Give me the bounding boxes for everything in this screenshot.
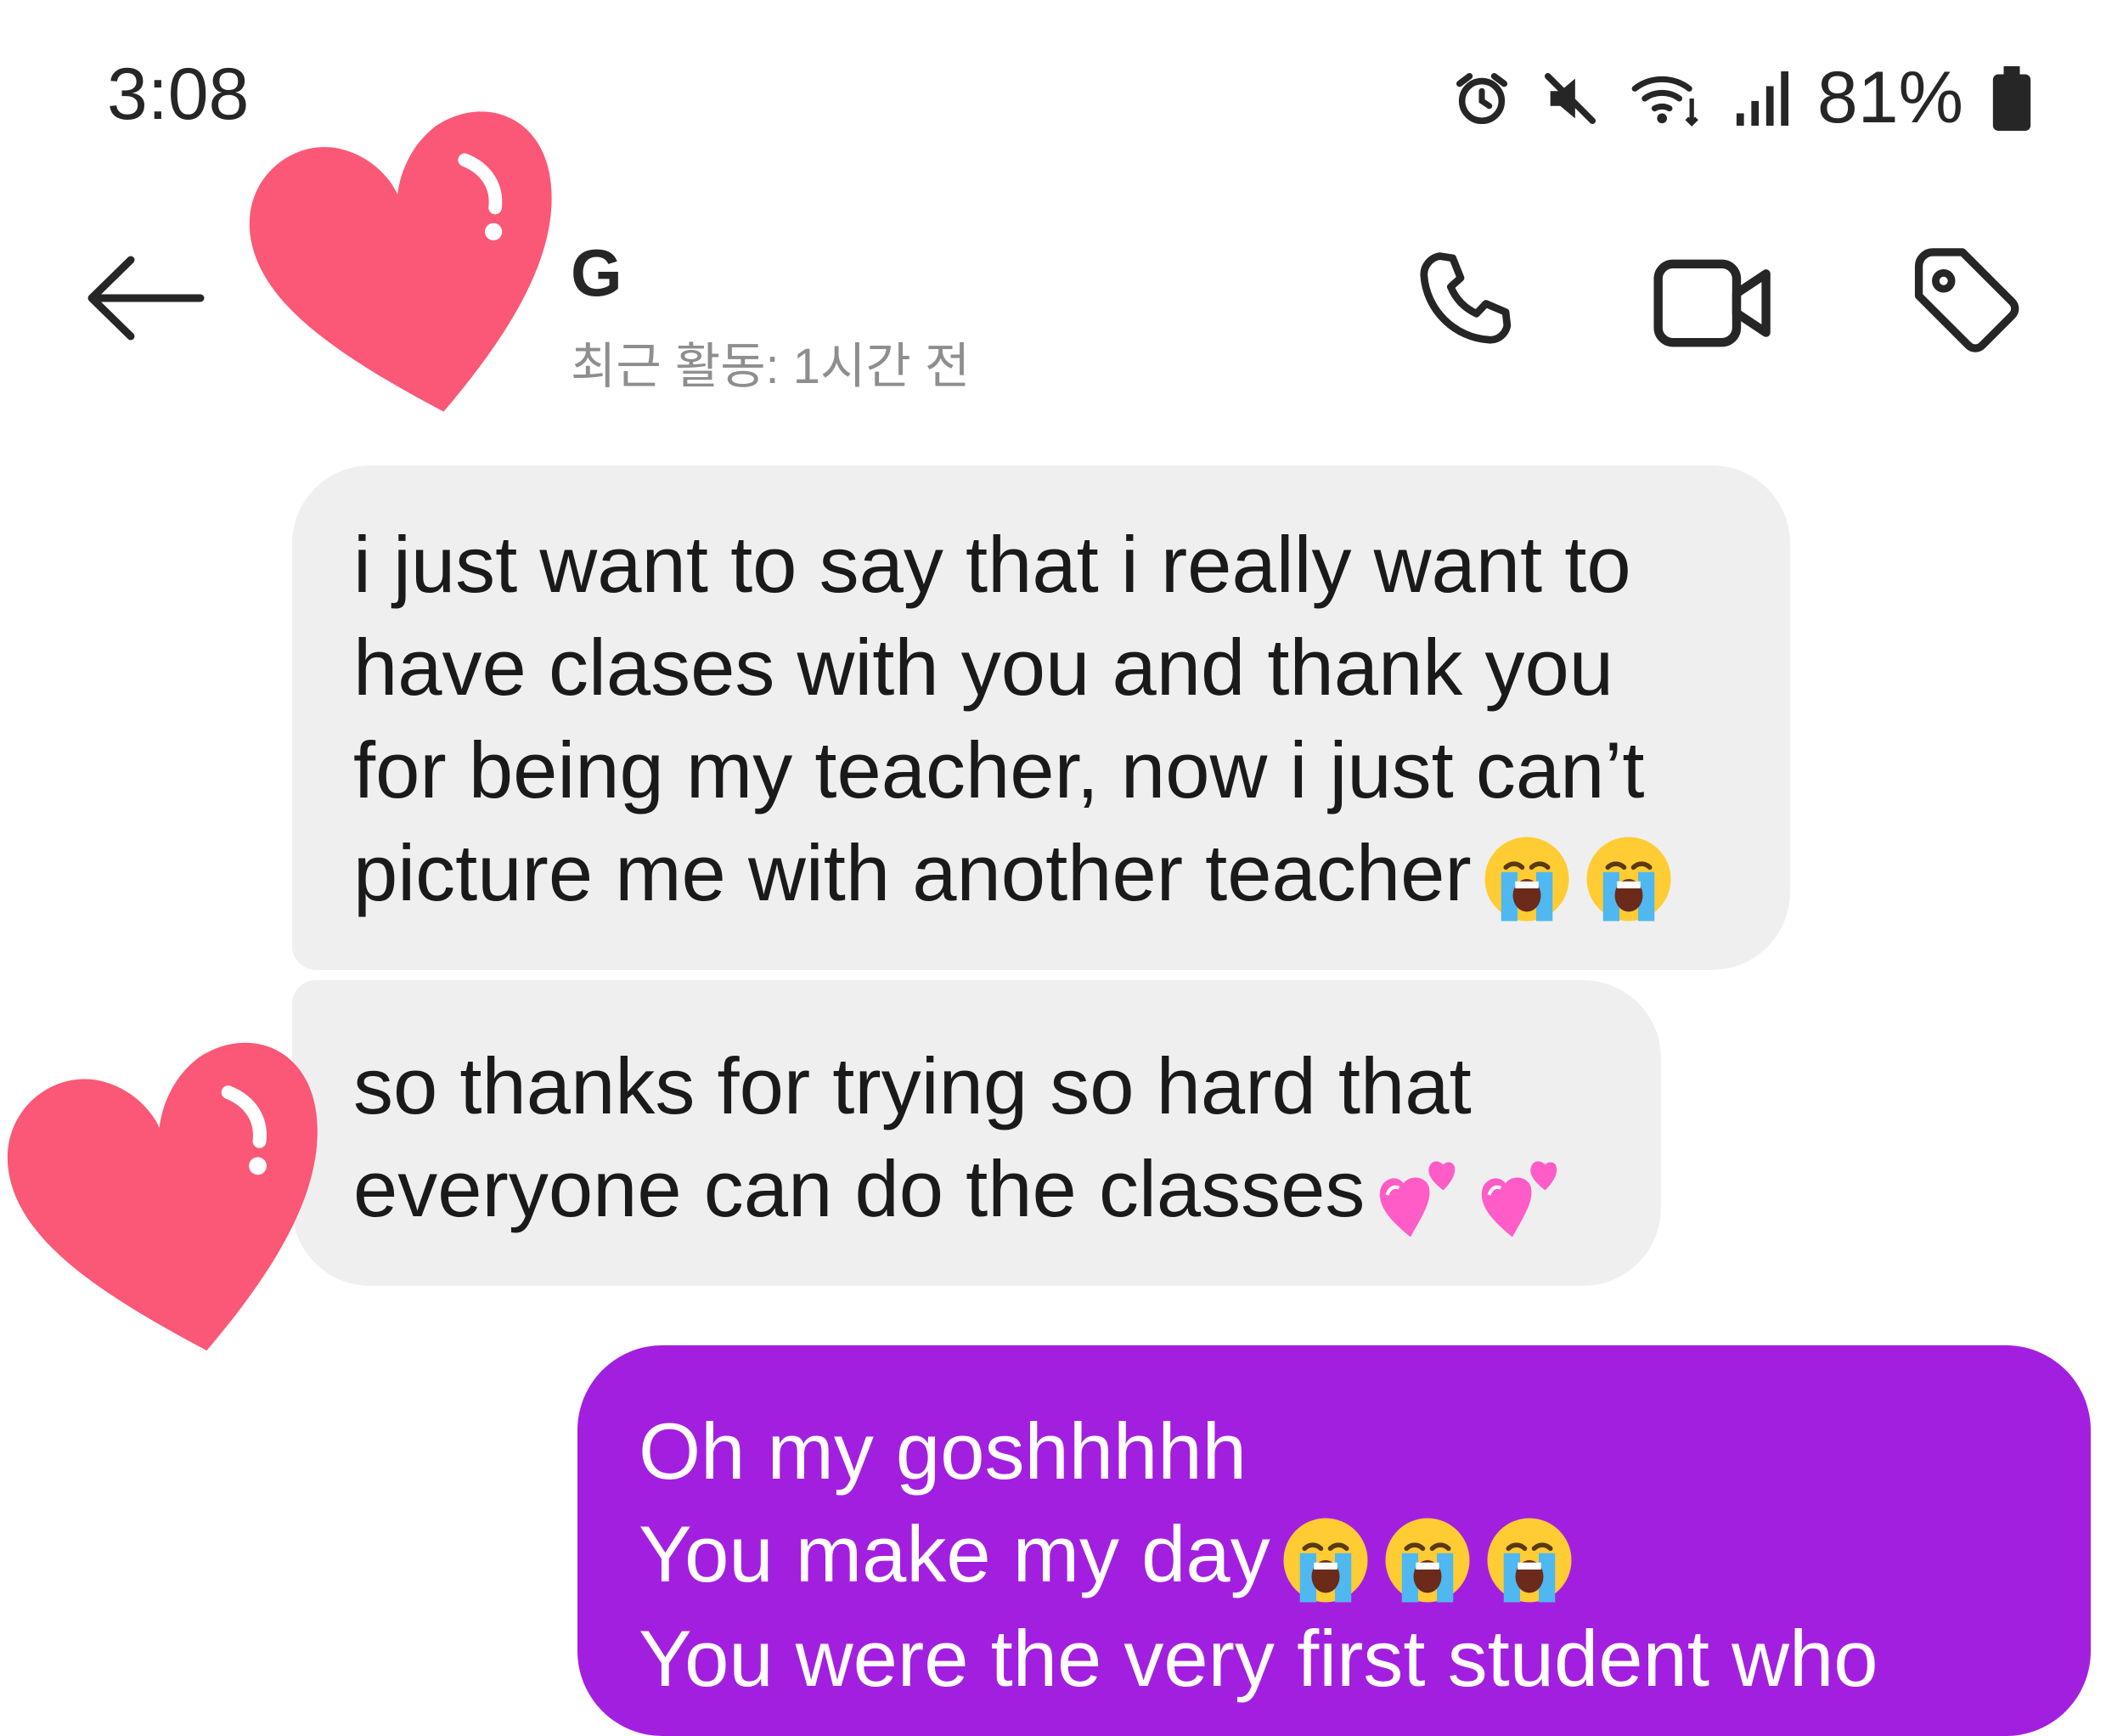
tag-button[interactable] xyxy=(1902,240,2030,367)
received-message[interactable]: so thanks for trying so hard that everyo… xyxy=(292,980,1661,1286)
message-line: everyone can do the classes xyxy=(353,1137,1600,1242)
battery-percent: 81% xyxy=(1816,57,1963,138)
status-icons: 81% xyxy=(1452,56,2031,140)
video-call-button[interactable] xyxy=(1651,240,1778,367)
message-line: so thanks for trying so hard that xyxy=(353,1041,1472,1130)
video-camera-icon xyxy=(1653,259,1771,347)
contact-activity-status: 최근 활동: 1시간 전 xyxy=(571,339,971,394)
signal-icon xyxy=(1736,70,1788,126)
alarm-icon xyxy=(1456,72,1507,124)
back-arrow-icon xyxy=(87,256,205,341)
wifi-icon xyxy=(1631,76,1698,127)
loudly-crying-face-icon xyxy=(1385,1518,1470,1603)
message-line: have clases with you and thank you xyxy=(353,623,1614,712)
loudly-crying-face-icon xyxy=(1484,837,1569,922)
message-line: You were the very first student who xyxy=(639,1614,1878,1704)
back-button[interactable] xyxy=(82,251,209,349)
message-line: i just want to say that i really want to xyxy=(353,520,1631,609)
loudly-crying-face-icon xyxy=(1586,837,1671,922)
loudly-crying-face-icon xyxy=(1283,1518,1368,1603)
two-hearts-icon xyxy=(1482,1161,1557,1237)
call-button[interactable] xyxy=(1403,240,1530,367)
contact-name[interactable]: G xyxy=(571,234,622,312)
mute-icon xyxy=(1544,72,1596,124)
heart-sticker-avatar xyxy=(249,111,552,412)
loudly-crying-face-icon xyxy=(1487,1518,1572,1603)
message-line: You make my day xyxy=(639,1502,2030,1607)
two-hearts-icon xyxy=(1380,1161,1456,1237)
battery-icon xyxy=(1992,65,2031,131)
message-line: picture me with another teacher xyxy=(353,821,1729,926)
message-line: for being my teacher, now i just can’t xyxy=(353,725,1645,814)
message-line: Oh my goshhhhh xyxy=(639,1406,1247,1496)
status-time: 3:08 xyxy=(107,54,250,135)
received-message[interactable]: i just want to say that i really want to… xyxy=(292,465,1790,970)
phone-icon xyxy=(1420,252,1512,344)
tag-icon xyxy=(1914,248,2019,352)
sent-message[interactable]: Oh my goshhhhh You make my day You were … xyxy=(577,1345,2091,1736)
heart-sticker-message xyxy=(7,1042,318,1351)
